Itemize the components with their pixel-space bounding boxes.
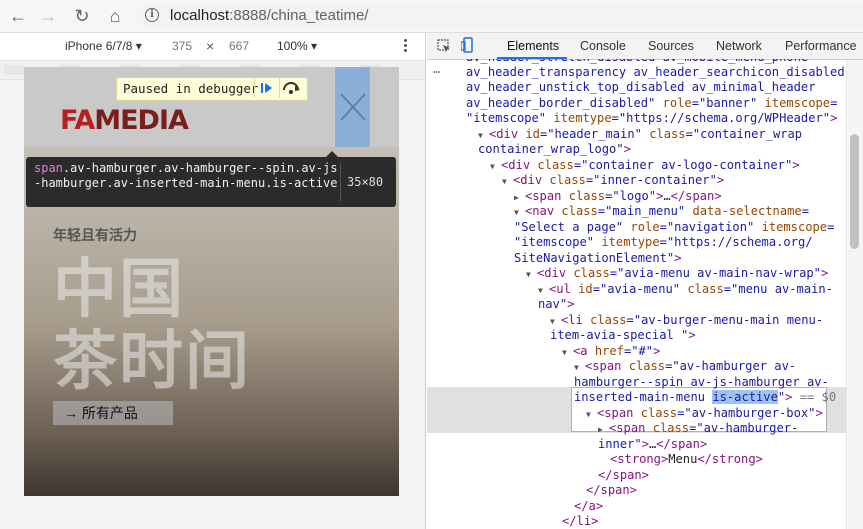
tooltip-classes: .av-hamburger.av-hamburger--spin.av-js-h… (34, 161, 338, 190)
devtools-tabbar: Elements Console Sources Network Perform… (427, 33, 863, 60)
paused-in-debugger-banner: Paused in debugger (116, 77, 308, 101)
element-inspect-tooltip: span.av-hamburger.av-hamburger--spin.av-… (26, 151, 396, 207)
dom-line[interactable]: inner">…</span> (598, 437, 707, 453)
device-select[interactable]: iPhone 6/7/8 ▾ (65, 39, 142, 53)
step-over-button[interactable] (279, 78, 304, 98)
resume-icon (261, 83, 272, 93)
tooltip-dimensions: 35×80 (347, 175, 384, 189)
dom-line[interactable]: <strong>Menu</strong> (610, 452, 763, 468)
dom-line[interactable]: </span> (586, 483, 637, 499)
scrollbar-thumb[interactable] (850, 134, 859, 249)
dom-line[interactable]: </li> (562, 514, 598, 529)
dimension-times: × (206, 38, 215, 54)
dom-line[interactable]: ▼ <ul id="avia-menu" class="menu av-main- (538, 282, 833, 299)
tab-elements[interactable]: Elements (507, 39, 559, 53)
dom-line[interactable]: </span> (598, 468, 649, 484)
dom-line[interactable]: av_header_unstick_top_disabled av_minima… (466, 80, 816, 96)
back-arrow-icon[interactable]: ← (7, 5, 29, 27)
dom-line[interactable]: ▼ <nav class="main_menu" data-selectname= (514, 204, 809, 221)
dom-line[interactable]: av_header_transparency av_header_searchi… (466, 65, 845, 81)
dom-line[interactable]: "itemscope" itemtype="https://schema.org… (514, 235, 813, 251)
tooltip-selector: span.av-hamburger.av-hamburger--spin.av-… (34, 161, 339, 191)
device-toolbar: iPhone 6/7/8 ▾ 375 × 667 100% ▾ (0, 33, 425, 61)
tab-performance[interactable]: Performance (785, 39, 857, 53)
dom-line[interactable]: item-avia-special "> (550, 328, 696, 344)
hero-title: 中国 茶时间 (53, 253, 251, 397)
dom-tree: … av_header_stretch_disabled av_mobile_m… (427, 59, 847, 529)
emulated-page: FAMEDIA 年轻且有活力 中国 茶时间 → 所有产品 (24, 67, 399, 496)
dom-line-selected[interactable]: ▼ <span class="av-hamburger av- (574, 359, 796, 376)
address-bar[interactable]: i localhost:8888/china_teatime/ (136, 3, 863, 29)
url-text: localhost:8888/china_teatime/ (170, 7, 368, 24)
dom-line[interactable]: "itemscope" itemtype="https://schema.org… (466, 111, 837, 127)
zoom-select[interactable]: 100% ▾ (277, 39, 317, 53)
logo-fa: FA (60, 105, 95, 136)
dom-line[interactable]: ▶ <span class="av-hamburger- (598, 421, 798, 438)
dom-line[interactable]: </a> (574, 499, 603, 515)
height-input[interactable]: 667 (229, 39, 249, 53)
info-icon[interactable]: i (145, 8, 159, 22)
dom-line[interactable]: nav"> (538, 297, 574, 313)
more-options-icon[interactable] (404, 39, 408, 55)
dom-line-selected[interactable]: hamburger--spin av-js-hamburger av- (574, 375, 829, 391)
dom-line[interactable]: ▼ <div class="inner-container"> (502, 173, 724, 190)
width-input[interactable]: 375 (172, 39, 192, 53)
forward-arrow-icon[interactable]: → (37, 5, 59, 27)
reload-icon[interactable]: ↻ (71, 5, 93, 27)
dom-line[interactable]: container_wrap_logo"> (478, 142, 631, 158)
tab-console[interactable]: Console (580, 39, 626, 53)
tab-sources[interactable]: Sources (648, 39, 694, 53)
devtools-scrollbar[interactable] (846, 60, 863, 529)
hero-tagline: 年轻且有活力 (53, 227, 137, 243)
all-products-button[interactable]: → 所有产品 (53, 401, 173, 425)
browser-toolbar: ← → ↻ ⌂ i localhost:8888/china_teatime/ (0, 0, 863, 33)
step-over-icon (283, 82, 300, 94)
dom-line-selected[interactable]: inserted-main-menu is-active"> == $0 (574, 390, 836, 406)
dom-line[interactable]: ▼ <div class="avia-menu av-main-nav-wrap"… (526, 266, 828, 283)
hero-title-line1: 中国 (53, 253, 185, 325)
row-ellipsis[interactable]: … (433, 62, 440, 78)
tab-network[interactable]: Network (716, 39, 762, 53)
dom-line[interactable]: "Select a page" role="navigation" itemsc… (514, 220, 834, 236)
resume-button[interactable] (254, 78, 279, 98)
inspect-element-icon[interactable] (437, 39, 451, 53)
tooltip-tag: span (34, 161, 63, 175)
url-path: :8888/china_teatime/ (229, 7, 369, 24)
device-toggle-icon[interactable] (461, 37, 473, 53)
logo-media: MEDIA (94, 105, 189, 136)
devtools-panel: Elements Console Sources Network Perform… (427, 33, 863, 529)
hamburger-menu-button[interactable] (335, 67, 370, 147)
close-icon (340, 93, 366, 121)
paused-label: Paused in debugger (123, 81, 259, 96)
dom-line[interactable]: av_header_border_disabled" role="banner"… (466, 96, 837, 112)
dom-line[interactable]: SiteNavigationElement"> (514, 251, 681, 267)
url-host: localhost (170, 7, 230, 24)
home-icon[interactable]: ⌂ (104, 5, 126, 27)
hero-title-line2: 茶时间 (53, 325, 251, 397)
site-logo[interactable]: FAMEDIA (60, 105, 189, 136)
dollar-zero-marker: == $0 (792, 390, 837, 404)
